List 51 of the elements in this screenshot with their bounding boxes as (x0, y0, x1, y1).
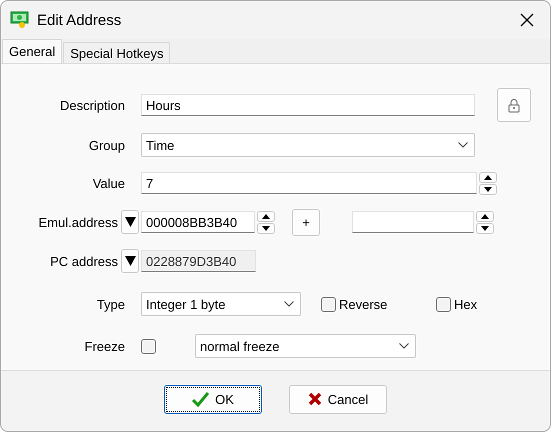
spin-up-button[interactable] (476, 210, 494, 222)
type-dropdown[interactable]: Integer 1 byte (141, 292, 301, 316)
field-label: Type (96, 296, 125, 312)
input-field[interactable] (352, 211, 474, 233)
field-label: Description (58, 98, 125, 112)
money-icon (10, 11, 30, 29)
input-field[interactable]: 000008BB3B40 (141, 211, 255, 233)
ok-button[interactable]: OK (164, 384, 262, 414)
field-label: Emul.address (38, 214, 118, 230)
spin-down-button[interactable] (476, 222, 494, 234)
spin-down-button[interactable] (257, 222, 275, 234)
chevron-down-icon (399, 343, 409, 349)
input-field[interactable]: Hours (141, 94, 475, 116)
dropdown-button[interactable] (121, 249, 139, 273)
dropdown-button[interactable] (121, 210, 139, 234)
window-title: Edit Address (37, 12, 122, 28)
checkbox[interactable] (321, 296, 336, 312)
close-icon (520, 13, 534, 27)
group-dropdown[interactable]: Time (141, 133, 475, 157)
chevron-down-icon (458, 142, 468, 148)
checkmark-icon (192, 392, 210, 406)
field-label: Value (92, 176, 125, 190)
input-field[interactable]: 7 (141, 172, 477, 194)
tab[interactable]: General (2, 39, 62, 63)
down-arrow-icon (262, 226, 270, 230)
cancel-button[interactable]: Cancel (289, 384, 387, 414)
up-arrow-icon (481, 214, 489, 218)
lock-button[interactable] (497, 88, 531, 122)
freeze-mode-dropdown[interactable]: normal freeze (195, 334, 416, 358)
spin-up-button[interactable] (257, 210, 275, 222)
checkbox-label: Reverse (339, 296, 388, 312)
checkbox[interactable] (436, 296, 451, 312)
cross-icon (308, 392, 322, 406)
lock-icon (508, 98, 520, 112)
field-label: Freeze (84, 338, 125, 354)
spin-up-button[interactable] (479, 172, 497, 182)
checkbox-label: Hex (454, 296, 478, 312)
input-field: 0228879D3B40 (141, 250, 256, 272)
checkbox[interactable] (141, 338, 156, 354)
down-triangle-icon (124, 217, 136, 227)
chevron-down-icon (284, 301, 294, 307)
up-arrow-icon (262, 214, 270, 218)
down-arrow-icon (481, 226, 489, 230)
down-triangle-icon (124, 256, 136, 266)
spin-down-button[interactable] (479, 184, 497, 194)
up-arrow-icon (484, 174, 492, 180)
tab[interactable]: Special Hotkeys (63, 42, 170, 63)
add-button[interactable]: + (292, 208, 320, 236)
field-label: PC address (49, 254, 118, 268)
down-arrow-icon (484, 186, 492, 192)
field-label: Group (88, 138, 125, 152)
